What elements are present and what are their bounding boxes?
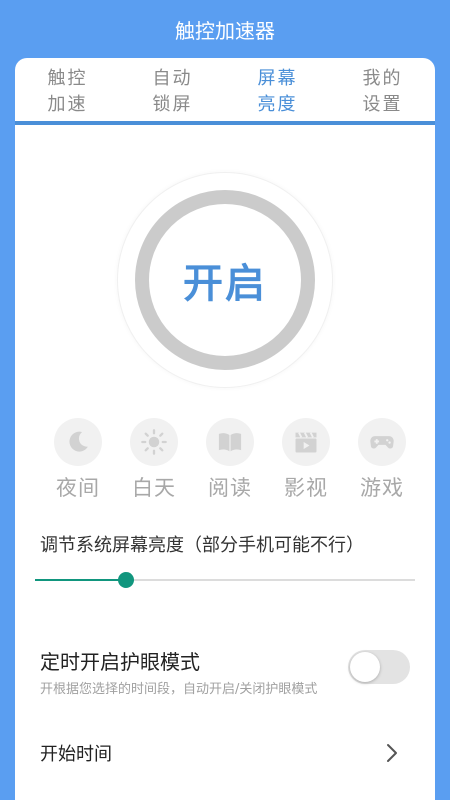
gamepad-icon (358, 418, 406, 466)
eye-care-title: 定时开启护眼模式 (40, 650, 200, 674)
slider-fill (35, 579, 126, 581)
power-button[interactable]: 开启 (135, 190, 315, 370)
film-icon (282, 418, 330, 466)
tab-label-line2: 设置 (362, 94, 403, 115)
power-button-outer: 开启 (118, 173, 332, 387)
toggle-knob (350, 652, 380, 682)
app-title: 触控加速器 (175, 18, 275, 43)
mode-video[interactable]: 影视 (273, 418, 339, 508)
tab-my-settings[interactable]: 我的 设置 (330, 58, 435, 126)
tab-underline (15, 121, 435, 125)
mode-night[interactable]: 夜间 (45, 418, 111, 508)
eye-care-toggle[interactable] (348, 650, 410, 684)
tab-screen-brightness[interactable]: 屏幕 亮度 (225, 58, 330, 126)
brightness-label: 调节系统屏幕亮度（部分手机可能不行） (40, 535, 364, 556)
brightness-slider[interactable] (35, 570, 415, 590)
mode-label: 白天 (132, 476, 176, 500)
mode-day[interactable]: 白天 (121, 418, 187, 508)
tab-auto-lock[interactable]: 自动 锁屏 (120, 58, 225, 126)
eye-care-description: 开根据您选择的时间段，自动开启/关闭护眼模式 (40, 682, 318, 697)
mode-label: 阅读 (208, 476, 252, 500)
mode-game[interactable]: 游戏 (349, 418, 415, 508)
tab-label-line1: 我的 (362, 68, 403, 89)
tab-label-line2: 亮度 (257, 94, 298, 115)
tab-label-line2: 加速 (47, 94, 88, 115)
book-icon (206, 418, 254, 466)
start-time-row[interactable]: 开始时间 (15, 728, 435, 778)
sun-icon (130, 418, 178, 466)
mode-reading[interactable]: 阅读 (197, 418, 263, 508)
tab-label-line1: 触控 (47, 68, 88, 89)
mode-label: 影视 (284, 476, 328, 500)
tab-label-line1: 屏幕 (257, 68, 298, 89)
moon-icon (54, 418, 102, 466)
mode-selector: 夜间 白天 阅读 影视 游戏 (45, 418, 415, 508)
mode-label: 夜间 (56, 476, 100, 500)
main-card: 触控 加速 自动 锁屏 屏幕 亮度 我的 设置 开启 夜间 白天 阅读 影视 游… (15, 58, 435, 800)
tab-label-line2: 锁屏 (152, 94, 193, 115)
mode-label: 游戏 (360, 476, 404, 500)
tab-label-line1: 自动 (152, 68, 193, 89)
start-time-label: 开始时间 (40, 744, 112, 765)
power-label: 开启 (183, 261, 267, 307)
app-title-bar: 触控加速器 (0, 0, 450, 58)
slider-thumb[interactable] (118, 572, 134, 588)
chevron-right-icon (387, 744, 397, 762)
tab-bar: 触控 加速 自动 锁屏 屏幕 亮度 我的 设置 (15, 58, 435, 126)
tab-touch-boost[interactable]: 触控 加速 (15, 58, 120, 126)
